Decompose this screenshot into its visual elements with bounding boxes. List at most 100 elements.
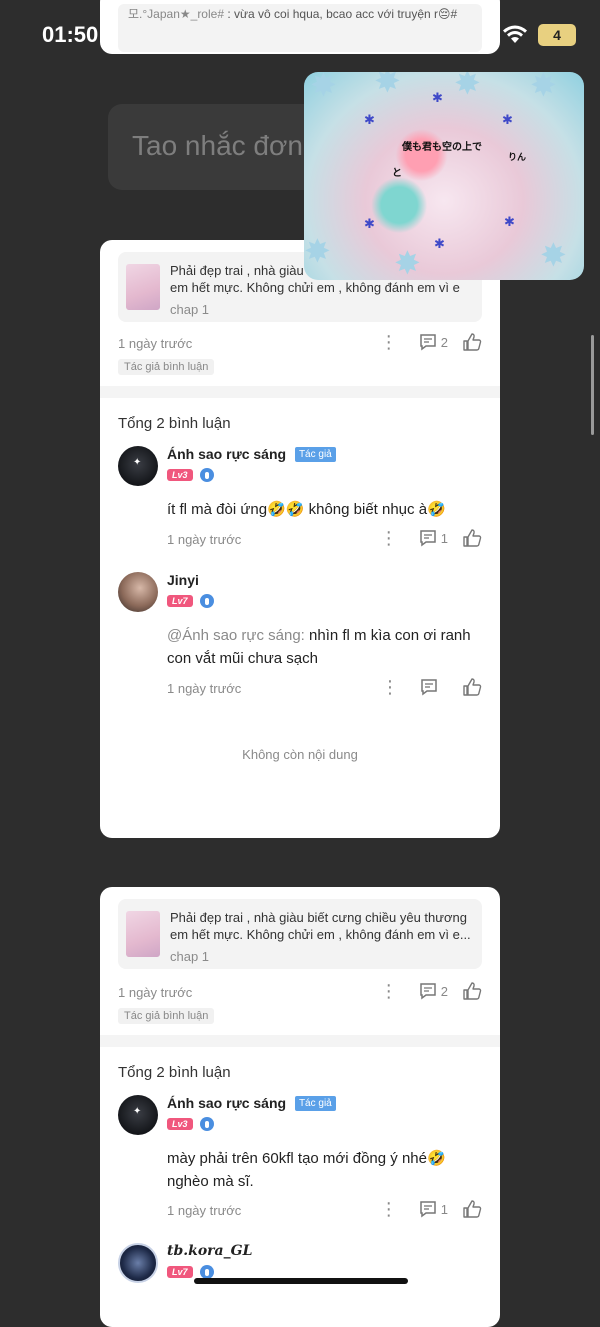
level-badge: Lv3 [167,1118,193,1130]
reply-button[interactable]: 1 [419,1200,448,1218]
comment-username[interactable]: Ánh sao rực sáng Tác giả [167,1095,336,1111]
decoration-icon: ✸ [304,233,331,269]
quote-line-2: em hết mực. Không chửi em , không đánh e… [170,927,471,942]
verified-icon [199,1265,214,1279]
decoration-icon: ✱ [364,112,375,127]
thread-meta-row: 1 ngày trước ⋮ 2 [118,332,482,356]
top-quote-role: _role# [190,7,224,21]
level-row: Lv3 [167,468,214,482]
more-options-icon[interactable]: ⋮ [379,528,399,548]
section-divider [100,386,500,398]
comment-icon [420,1201,436,1218]
decoration-icon: ✱ [434,236,445,251]
more-options-icon[interactable]: ⋮ [379,981,399,1001]
quote-line-2: em hết mực. Không chửi em , không đánh e… [170,280,460,295]
level-badge: Lv7 [167,595,193,607]
more-options-icon[interactable]: ⋮ [379,332,399,352]
chapter-label: chap 1 [170,302,210,317]
lyric-line-1: 僕も君も空の上で [402,142,482,153]
mention[interactable]: @Ánh sao rực sáng: [167,627,305,644]
level-row: Lv3 [167,1117,214,1131]
quote-line-1: Phải đẹp trai , nhà giàu biết cưng chiều… [170,910,467,925]
decoration-icon: ✱ [432,90,443,105]
level-badge: Lv7 [167,1266,193,1278]
reply-count: 2 [440,983,448,999]
comment-actions: ⋮ [380,677,482,697]
level-badge: Lv3 [167,469,193,481]
like-icon[interactable] [462,528,482,548]
reply-button[interactable]: 2 [419,333,448,351]
decoration-icon: ✱ [364,216,375,231]
comment-username[interactable]: Ánh sao rực sáng Tác giả [167,446,336,462]
thread-time: 1 ngày trước [118,985,193,1000]
verified-icon [199,594,214,608]
author-badge: Tác giả [294,1096,336,1111]
pip-video-player[interactable]: ✸ ✸ ✸ ✸ ✸ ✸ ✸ ✱ ✱ ✱ ✱ ✱ ✱ 僕も君も空の上で と りん [304,72,584,280]
comment-icon [420,530,436,547]
status-icons: 4 [502,24,576,46]
comment-username[interactable]: Jinyi [167,572,199,588]
comment-thread-card-1: Phải đẹp trai , nhà giàu b em hết mực. K… [100,240,500,838]
top-quote-box[interactable]: 모.°Japan★_role# : vừa vô coi hqua, bcao … [118,4,482,52]
comment-time: 1 ngày trước [167,1203,242,1218]
end-of-content: Không còn nội dung [242,747,358,762]
avatar[interactable] [118,446,158,486]
comment-text: ít fl mà đòi ứng🤣🤣 không biết nhục à🤣 [167,501,446,518]
level-row: Lv7 [167,594,214,608]
top-quote-name: 모.°Japan [128,7,180,21]
thread-time: 1 ngày trước [118,336,193,351]
reply-button[interactable]: 1 [419,529,448,547]
total-comments: Tổng 2 bình luận [118,415,231,432]
like-icon[interactable] [462,677,482,697]
like-icon[interactable] [462,332,482,352]
level-row: Lv7 [167,1265,214,1279]
chapter-quote-box[interactable]: Phải đẹp trai , nhà giàu biết cưng chiều… [118,899,482,969]
more-options-icon[interactable]: ⋮ [379,1199,399,1219]
decoration-icon: ✸ [540,237,567,273]
comment-actions: ⋮ 1 [379,528,482,548]
verified-icon [199,1117,214,1131]
battery-indicator: 4 [538,24,576,46]
decoration-icon: ✸ [454,72,481,101]
home-indicator[interactable] [194,1278,408,1284]
comment-username[interactable]: tb.kora_GL [167,1243,252,1259]
thread-actions: ⋮ 2 [379,332,482,352]
avatar[interactable] [118,1095,158,1135]
comment-time: 1 ngày trước [167,681,242,696]
reply-count: 1 [440,530,448,546]
avatar[interactable] [118,1243,158,1283]
reply-count: 1 [440,1201,448,1217]
decoration-icon: ✸ [530,72,557,103]
lyric-line-2: と [392,168,402,179]
chapter-thumbnail [126,911,160,957]
reply-button[interactable] [420,678,442,696]
background-input-placeholder: Tao nhắc đơn [132,130,303,161]
decoration-icon: ✸ [394,245,421,280]
comment-text: @Ánh sao rực sáng: nhìn fl m kìa con ơi … [167,624,482,670]
comment-icon [421,679,437,696]
author-badge: Tác giả [294,447,336,462]
comment-icon [420,983,436,1000]
author-comment-tag: Tác giả bình luận [118,1008,215,1024]
decoration-icon: ✱ [504,214,515,229]
more-options-icon[interactable]: ⋮ [380,677,400,697]
verified-icon [199,468,214,482]
like-icon[interactable] [462,1199,482,1219]
status-time: 01:50 [42,22,99,47]
comment-text: mày phải trên 60kfl tạo mới đồng ý nhé🤣 … [167,1150,446,1190]
thread-meta-row: 1 ngày trước ⋮ 2 [118,981,482,1005]
chapter-label: chap 1 [170,949,210,964]
comment-time: 1 ngày trước [167,532,242,547]
top-comment-card: 모.°Japan★_role# : vừa vô coi hqua, bcao … [100,0,500,54]
like-icon[interactable] [462,981,482,1001]
avatar[interactable] [118,572,158,612]
comment-actions: ⋮ 1 [379,1199,482,1219]
scrollbar[interactable] [591,335,594,435]
section-divider [100,1035,500,1047]
chapter-thumbnail [126,264,160,310]
decoration-icon: ✸ [310,72,337,103]
comment-thread-card-2: Phải đẹp trai , nhà giàu biết cưng chiều… [100,887,500,1327]
decoration-icon: ✸ [374,72,401,99]
username-text: Ánh sao rực sáng [167,446,287,462]
reply-button[interactable]: 2 [419,982,448,1000]
